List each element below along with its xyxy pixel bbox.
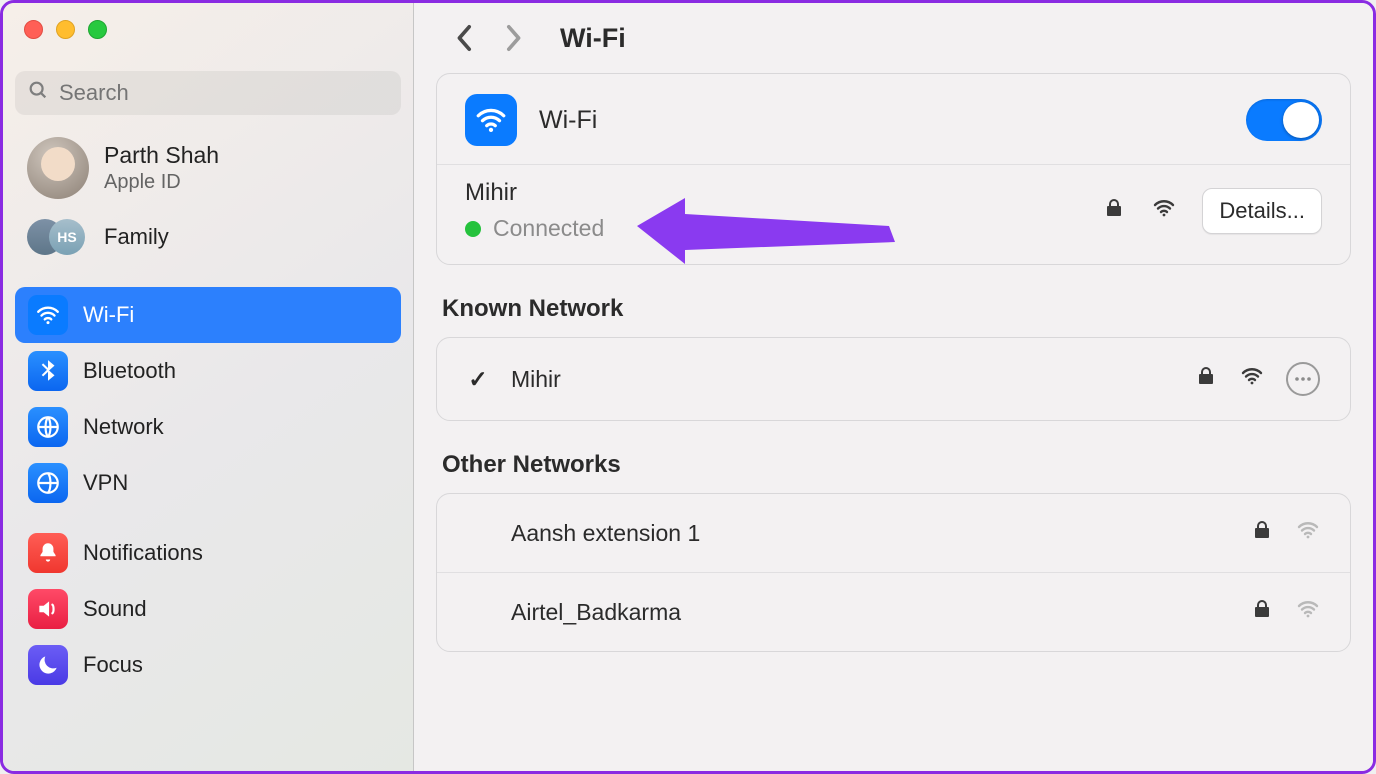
sidebar-item-bluetooth[interactable]: Bluetooth — [15, 343, 401, 399]
family-row[interactable]: HS Family — [3, 209, 413, 273]
family-avatar-stack: HS — [27, 219, 89, 255]
status-dot-icon — [465, 221, 481, 237]
wifi-icon — [465, 94, 517, 146]
lock-icon — [1250, 597, 1274, 627]
avatar — [27, 137, 89, 199]
account-name: Parth Shah — [104, 142, 219, 169]
sidebar-item-label: VPN — [83, 470, 128, 496]
sidebar-item-label: Focus — [83, 652, 143, 678]
current-network-row[interactable]: Mihir Connected Details... — [437, 165, 1350, 264]
family-label: Family — [104, 224, 169, 250]
connection-status: Connected — [493, 215, 604, 242]
account-subtitle: Apple ID — [104, 171, 219, 194]
known-network-row[interactable]: ✓ Mihir — [437, 338, 1350, 420]
sidebar: Parth Shah Apple ID HS Family Wi-Fi Blue… — [3, 3, 414, 771]
network-name: Airtel_Badkarma — [511, 599, 681, 626]
other-network-row[interactable]: Airtel_Badkarma — [437, 572, 1350, 651]
network-name: Mihir — [511, 366, 561, 393]
page-title: Wi-Fi — [560, 23, 626, 54]
lock-icon — [1194, 364, 1218, 394]
other-networks-list: Aansh extension 1 Airtel_Badkarma — [436, 493, 1351, 652]
zoom-window-button[interactable] — [88, 20, 107, 39]
apple-id-account[interactable]: Parth Shah Apple ID — [3, 123, 413, 209]
wifi-panel: Wi-Fi Mihir Connected — [436, 73, 1351, 265]
speaker-icon — [28, 589, 68, 629]
sidebar-item-sound[interactable]: Sound — [15, 581, 401, 637]
wifi-signal-icon — [1152, 196, 1176, 225]
wifi-signal-icon — [1296, 518, 1320, 548]
bluetooth-icon — [28, 351, 68, 391]
sidebar-item-label: Bluetooth — [83, 358, 176, 384]
sidebar-item-label: Network — [83, 414, 164, 440]
main-content: Wi-Fi Wi-Fi Mihir Connected — [414, 3, 1373, 771]
vpn-icon — [28, 463, 68, 503]
wifi-signal-icon — [1296, 597, 1320, 627]
network-name: Aansh extension 1 — [511, 520, 700, 547]
other-network-row[interactable]: Aansh extension 1 — [437, 494, 1350, 572]
lock-icon — [1102, 196, 1126, 225]
checkmark-icon: ✓ — [467, 366, 489, 393]
current-network-name: Mihir — [465, 179, 604, 207]
sidebar-item-vpn[interactable]: VPN — [15, 455, 401, 511]
lock-icon — [1250, 518, 1274, 548]
window-controls — [3, 20, 413, 39]
known-network-list: ✓ Mihir — [436, 337, 1351, 421]
more-options-button[interactable] — [1286, 362, 1320, 396]
sidebar-item-network[interactable]: Network — [15, 399, 401, 455]
wifi-label: Wi-Fi — [539, 106, 597, 135]
sidebar-item-focus[interactable]: Focus — [15, 637, 401, 693]
wifi-toggle[interactable] — [1246, 99, 1322, 141]
sidebar-item-label: Wi-Fi — [83, 302, 134, 328]
search-icon — [27, 79, 49, 107]
wifi-icon — [28, 295, 68, 335]
globe-icon — [28, 407, 68, 447]
moon-icon — [28, 645, 68, 685]
wifi-signal-icon — [1240, 364, 1264, 394]
minimize-window-button[interactable] — [56, 20, 75, 39]
sidebar-item-wifi[interactable]: Wi-Fi — [15, 287, 401, 343]
sidebar-item-label: Notifications — [83, 540, 203, 566]
search-input[interactable] — [59, 80, 389, 106]
other-networks-heading: Other Networks — [442, 451, 1345, 479]
bell-icon — [28, 533, 68, 573]
known-network-heading: Known Network — [442, 295, 1345, 323]
close-window-button[interactable] — [24, 20, 43, 39]
title-bar: Wi-Fi — [414, 15, 1373, 73]
back-button[interactable] — [452, 21, 478, 55]
details-button[interactable]: Details... — [1202, 188, 1322, 234]
search-field[interactable] — [15, 71, 401, 115]
sidebar-item-label: Sound — [83, 596, 147, 622]
forward-button[interactable] — [500, 21, 526, 55]
sidebar-item-notifications[interactable]: Notifications — [15, 525, 401, 581]
